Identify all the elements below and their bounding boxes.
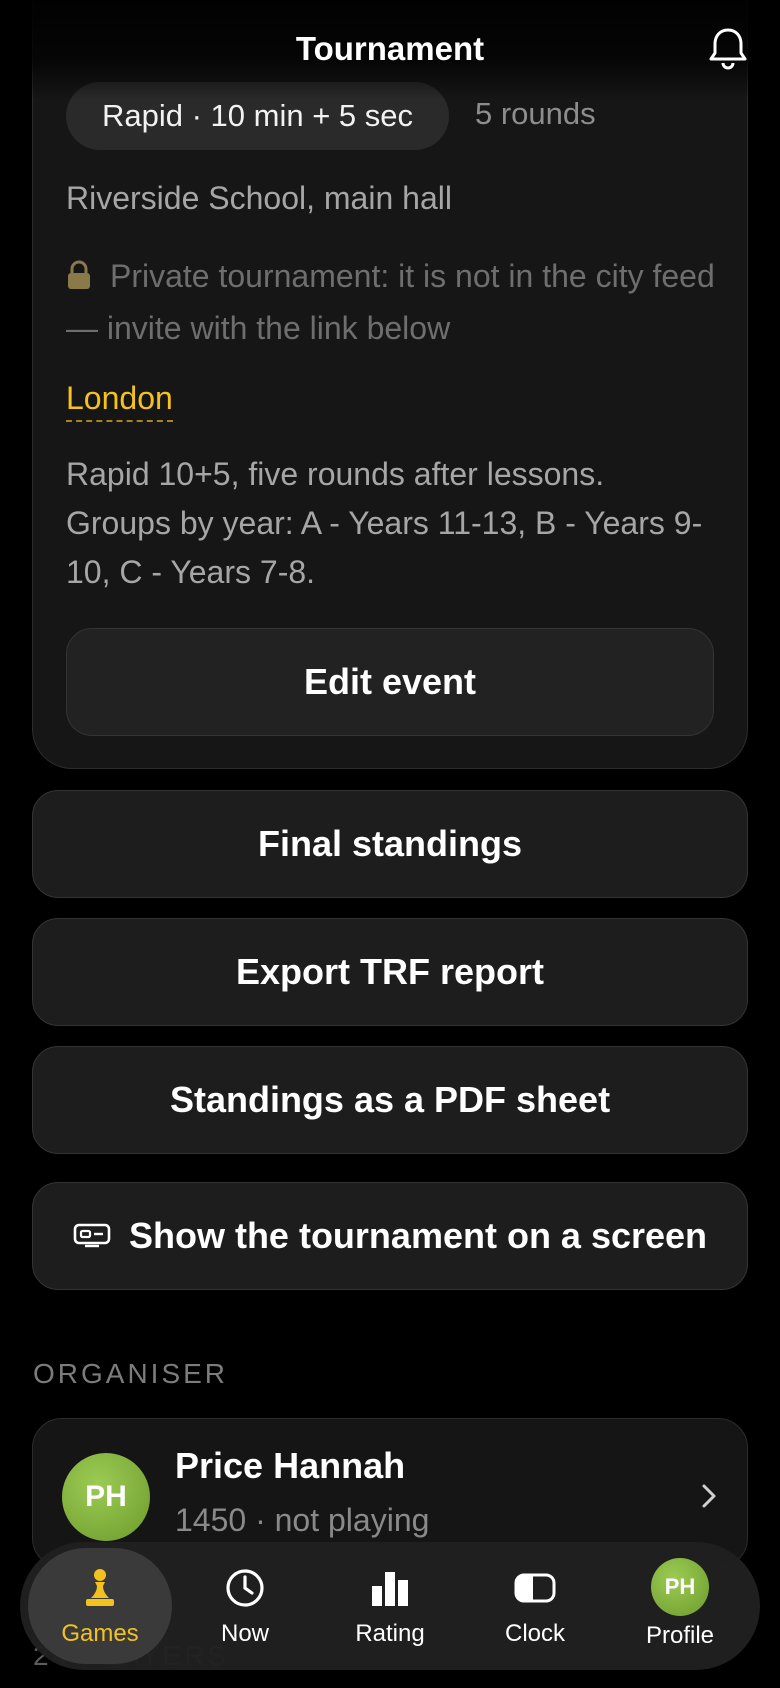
tab-clock[interactable]: Clock (463, 1548, 607, 1664)
display-icon (73, 1223, 111, 1248)
edit-event-label: Edit event (303, 661, 477, 702)
organiser-section-label: ORGANISER (33, 1358, 229, 1389)
venue: Riverside School, main hall (66, 180, 452, 216)
rounds-count: 5 rounds (475, 96, 596, 131)
private-note-text: Private tournament: it is not in the cit… (66, 258, 715, 346)
pdf-sheet-button[interactable]: Standings as a PDF sheet (32, 1046, 748, 1154)
tab-games[interactable]: Games (28, 1548, 172, 1664)
avatar: PH (62, 1453, 150, 1541)
top-bar: Tournament (0, 0, 780, 100)
organiser-name: Price Hannah (175, 1445, 406, 1486)
export-trf-label: Export TRF report (235, 951, 544, 992)
tab-label: Now (220, 1620, 269, 1647)
organiser-meta: 1450 · not playing (175, 1502, 430, 1538)
private-note: Private tournament: it is not in the cit… (66, 250, 716, 354)
lock-icon (68, 260, 90, 289)
bell-icon[interactable] (706, 26, 750, 72)
edit-event-button[interactable]: Edit event (66, 628, 714, 736)
tab-label: Rating (355, 1620, 425, 1647)
final-standings-button[interactable]: Final standings (32, 790, 748, 898)
tab-label: Clock (504, 1620, 565, 1647)
bar-chart-icon (372, 1572, 408, 1606)
chevron-right-icon (702, 1484, 716, 1508)
tab-label: Games (61, 1620, 139, 1647)
show-on-screen-button[interactable]: Show the tournament on a screen (32, 1182, 748, 1290)
chess-clock-icon (514, 1573, 556, 1603)
export-trf-button[interactable]: Export TRF report (32, 918, 748, 1026)
final-standings-label: Final standings (257, 823, 523, 864)
tab-profile[interactable]: PH Profile (608, 1548, 752, 1664)
pdf-sheet-label: Standings as a PDF sheet (169, 1079, 611, 1120)
event-description: Rapid 10+5, five rounds after lessons. G… (66, 456, 703, 590)
page-title: Tournament (295, 30, 485, 67)
tab-now[interactable]: Now (173, 1548, 317, 1664)
clock-icon (226, 1569, 264, 1607)
avatar: PH (651, 1558, 709, 1616)
tab-label: Profile (645, 1622, 715, 1649)
tab-rating[interactable]: Rating (318, 1548, 462, 1664)
pawn-icon (86, 1569, 114, 1606)
show-on-screen-label: Show the tournament on a screen (128, 1215, 708, 1256)
city-link[interactable]: London (66, 380, 173, 422)
